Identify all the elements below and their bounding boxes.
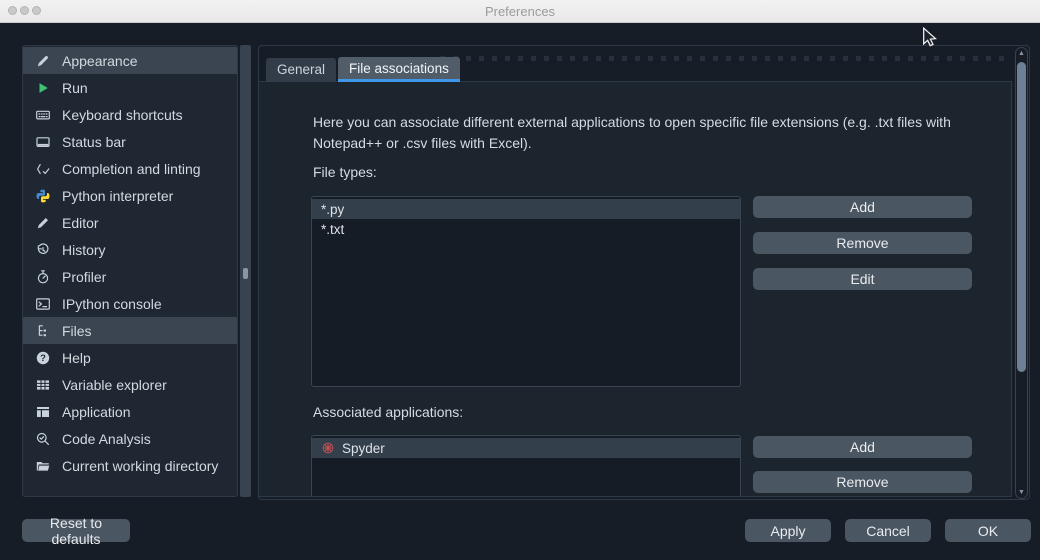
sidebar-item-label: Help [62, 349, 91, 366]
editor-icon [34, 214, 51, 231]
file-types-add-button[interactable]: Add [753, 196, 972, 218]
sidebar-item-label: Editor [62, 214, 99, 231]
sidebar-item-label: Completion and linting [62, 160, 201, 177]
sidebar-item-label: IPython console [62, 295, 162, 312]
list-item-spyder[interactable]: Spyder [312, 438, 740, 458]
file-associations-description: Here you can associate different externa… [313, 114, 951, 151]
sidebar-item-label: Profiler [62, 268, 107, 285]
variable-explorer-icon [34, 376, 51, 393]
cancel-button[interactable]: Cancel [845, 519, 931, 542]
sidebar-item-label: Files [62, 322, 92, 339]
sidebar-item-application[interactable]: Application [23, 398, 237, 425]
sidebar-item-variable-explorer[interactable]: Variable explorer [23, 371, 237, 398]
scroll-down-icon[interactable]: ▼ [1016, 489, 1027, 496]
main-scrollbar-thumb[interactable] [1017, 62, 1026, 372]
sidebar-item-label: Code Analysis [62, 430, 151, 447]
sidebar-item-label: Application [62, 403, 131, 420]
sidebar-item-editor[interactable]: Editor [23, 209, 237, 236]
tab-general[interactable]: General [266, 58, 337, 82]
apply-button[interactable]: Apply [745, 519, 831, 542]
sidebar-item-label: Run [62, 79, 88, 96]
python-icon [34, 187, 51, 204]
sidebar-item-label: History [62, 241, 106, 258]
sidebar-item-ipython-console[interactable]: IPython console [23, 290, 237, 317]
spyder-icon [321, 441, 335, 455]
file-types-edit-button[interactable]: Edit [753, 268, 972, 290]
sidebar-item-label: Variable explorer [62, 376, 167, 393]
tabbar: General File associations [266, 57, 460, 82]
help-icon: ? [34, 349, 51, 366]
sidebar-item-appearance[interactable]: Appearance [23, 47, 237, 74]
keyboard-icon [34, 106, 51, 123]
application-icon [34, 403, 51, 420]
appearance-icon [34, 52, 51, 69]
preferences-category-list: Appearance Run Keyboard shortcuts Status ba… [22, 45, 238, 497]
file-types-list[interactable]: *.py *.txt [311, 196, 741, 387]
main-scrollbar[interactable]: ▲ ▼ [1015, 47, 1028, 499]
list-item-label: Spyder [342, 440, 385, 456]
list-item-py[interactable]: *.py [312, 199, 740, 219]
code-analysis-icon [34, 430, 51, 447]
associated-apps-remove-button[interactable]: Remove [753, 471, 972, 493]
reset-to-defaults-button[interactable]: Reset to defaults [22, 515, 130, 547]
sidebar-item-label: Python interpreter [62, 187, 174, 204]
sidebar-item-profiler[interactable]: Profiler [23, 263, 237, 290]
folder-icon [34, 457, 51, 474]
sidebar-item-current-working-directory[interactable]: Current working directory [23, 452, 237, 479]
ok-button[interactable]: OK [945, 519, 1031, 542]
sidebar-item-label: Appearance [62, 52, 138, 69]
sidebar-item-python-interpreter[interactable]: Python interpreter [23, 182, 237, 209]
svg-text:?: ? [40, 353, 46, 364]
sidebar-item-help[interactable]: ? Help [23, 344, 237, 371]
files-icon [34, 322, 51, 339]
sidebar-item-label: Keyboard shortcuts [62, 106, 183, 123]
list-item-label: *.txt [321, 221, 345, 237]
sidebar-item-completion-and-linting[interactable]: Completion and linting [23, 155, 237, 182]
sidebar-item-label: Current working directory [62, 457, 219, 474]
sidebar-item-files[interactable]: Files [23, 317, 237, 344]
window-title: Preferences [484, 4, 556, 19]
profiler-icon [34, 268, 51, 285]
list-item-label: *.py [321, 201, 345, 217]
sidebar-scrollbar[interactable] [240, 45, 251, 497]
file-types-remove-button[interactable]: Remove [753, 232, 972, 254]
sidebar-item-code-analysis[interactable]: Code Analysis [23, 425, 237, 452]
sidebar-item-label: Status bar [62, 133, 126, 150]
run-icon [34, 79, 51, 96]
scroll-up-icon[interactable]: ▲ [1016, 50, 1027, 57]
associated-apps-label: Associated applications: [313, 404, 464, 420]
associated-apps-add-button[interactable]: Add [753, 436, 972, 458]
tab-file-associations[interactable]: File associations [338, 57, 460, 82]
sidebar-item-run[interactable]: Run [23, 74, 237, 101]
sidebar-item-history[interactable]: History [23, 236, 237, 263]
completion-icon [34, 160, 51, 177]
file-types-label: File types: [313, 164, 377, 180]
statusbar-icon [34, 133, 51, 150]
sidebar-scrollbar-thumb[interactable] [243, 268, 248, 279]
titlebar: Preferences [0, 0, 1040, 23]
sidebar-item-status-bar[interactable]: Status bar [23, 128, 237, 155]
ipython-console-icon [34, 295, 51, 312]
tabbar-texture [440, 56, 1006, 61]
list-item-txt[interactable]: *.txt [312, 219, 740, 239]
sidebar-item-keyboard-shortcuts[interactable]: Keyboard shortcuts [23, 101, 237, 128]
history-icon [34, 241, 51, 258]
associated-apps-list[interactable]: Spyder [311, 435, 741, 496]
